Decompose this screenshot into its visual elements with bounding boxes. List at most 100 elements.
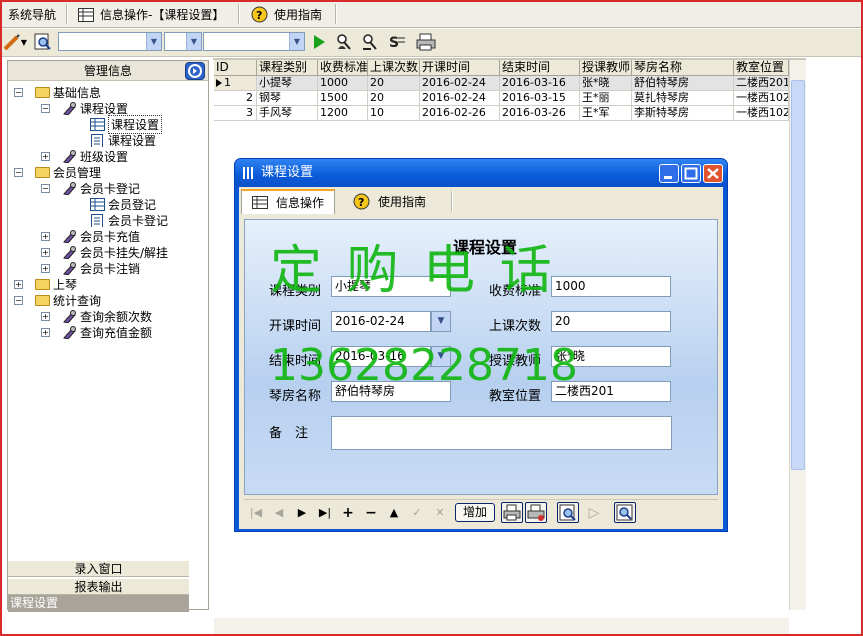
table-cell[interactable]: 手风琴 [257,106,318,121]
preview-icon[interactable] [557,502,579,523]
filter-icon[interactable]: S [387,32,407,52]
tab-system-nav[interactable]: 系统导航 [2,2,62,27]
tree-node-member[interactable]: 会员管理 [35,164,101,180]
column-header[interactable]: 结束时间 [500,60,580,76]
close-icon[interactable] [703,164,723,183]
tree-node-stats[interactable]: 统计查询 [35,292,101,308]
table-cell[interactable]: 舒伯特琴房 [632,76,734,91]
tree-node-recharge[interactable]: 会员卡充值 [62,228,140,244]
tree-node-course-a[interactable]: 课程设置 [90,114,163,134]
expand-toggle-icon[interactable]: + [41,152,50,161]
dialog-tab-info[interactable]: 信息操作 [241,189,336,214]
table-cell[interactable]: 莫扎特琴房 [632,91,734,106]
collapse-toggle-icon[interactable]: − [14,88,23,97]
play-icon[interactable] [309,32,329,52]
tree-node-class[interactable]: 班级设置 [62,148,128,164]
fee-field[interactable]: 1000 [551,276,671,297]
entry-window-button[interactable]: 录入窗口 [8,560,189,577]
table-cell[interactable]: 2016-03-15 [500,91,580,106]
table-cell[interactable]: 3 [214,106,257,121]
expand-toggle-icon[interactable]: + [41,264,50,273]
tree-node-query-balance[interactable]: 查询余额次数 [62,308,152,324]
tree-node-basic[interactable]: 基础信息 [35,84,101,100]
table-cell[interactable]: 2016-02-24 [420,91,500,106]
table-cell[interactable]: 2016-02-24 [420,76,500,91]
print-icon[interactable] [416,32,436,52]
preview-icon[interactable] [33,32,53,52]
remark-field[interactable] [331,416,672,450]
tree-node-lesson[interactable]: 上琴 [35,276,77,292]
tab-info-operation[interactable]: 信息操作-【课程设置】 [72,2,230,27]
chevron-down-icon[interactable]: ▼ [186,33,201,50]
column-header[interactable]: 上课次数 [368,60,420,76]
table-cell[interactable]: 李斯特琴房 [632,106,734,121]
cancel-record-icon[interactable]: ✕ [431,505,449,521]
table-cell[interactable]: 小提琴 [257,76,318,91]
find-next-icon[interactable] [360,32,380,52]
print-icon[interactable] [501,502,523,523]
next-page-icon[interactable]: ▷ [585,505,603,521]
column-header[interactable]: 开课时间 [420,60,500,76]
table-cell[interactable]: 钢琴 [257,91,318,106]
collapse-toggle-icon[interactable]: − [14,296,23,305]
table-cell[interactable]: 2016-03-16 [500,76,580,91]
chevron-down-icon[interactable]: ▼ [146,33,161,50]
filter-combo-1[interactable]: ▼ [58,32,162,51]
tree-node-card-reg-b[interactable]: 会员卡登记 [90,212,168,228]
column-header[interactable]: ID [214,60,257,76]
expand-toggle-icon[interactable]: + [14,280,23,289]
chevron-down-icon[interactable]: ▼ [431,311,451,332]
table-cell[interactable]: 1200 [318,106,368,121]
post-record-icon[interactable]: ✓ [408,505,426,521]
table-cell[interactable]: 一楼西102 [734,91,789,106]
insert-record-icon[interactable]: + [339,505,357,521]
table-cell[interactable]: 2 [214,91,257,106]
collapse-panel-icon[interactable] [185,62,205,80]
start-date-field[interactable]: 2016-02-24 [331,311,431,332]
dialog-tab-guide[interactable]: ? 使用指南 [343,189,436,213]
dialog-title-bar[interactable]: 课程设置 [235,159,727,187]
prev-record-icon[interactable]: ◀ [270,505,288,521]
tree-node-card-reg-a[interactable]: 会员登记 [90,196,156,212]
sessions-field[interactable]: 20 [551,311,671,332]
add-button[interactable]: 增加 [455,503,495,522]
tree-node-cancel[interactable]: 会员卡注销 [62,260,140,276]
table-cell[interactable]: 张*晓 [580,76,632,91]
maximize-icon[interactable] [681,164,701,183]
table-cell[interactable]: 1000 [318,76,368,91]
chevron-down-icon[interactable]: ▼ [289,33,304,50]
expand-toggle-icon[interactable]: + [41,328,50,337]
find-user-icon[interactable] [334,32,354,52]
horizontal-scrollbar[interactable] [214,618,789,634]
table-cell[interactable]: 二楼西201 [734,76,789,91]
tree-node-card-reg[interactable]: 会员卡登记 [62,180,140,196]
expand-toggle-icon[interactable]: + [41,248,50,257]
tree-node-lost[interactable]: 会员卡挂失/解挂 [62,244,168,260]
table-cell[interactable]: 1500 [318,91,368,106]
next-record-icon[interactable]: ▶ [293,505,311,521]
column-header[interactable]: 收费标准 [318,60,368,76]
table-cell[interactable]: 10 [368,106,420,121]
delete-record-icon[interactable]: − [362,505,380,521]
print-setup-icon[interactable] [525,502,547,523]
column-header[interactable]: 琴房名称 [632,60,734,76]
expand-toggle-icon[interactable]: + [41,312,50,321]
scroll-thumb[interactable] [791,80,805,470]
vertical-scrollbar[interactable] [789,60,806,610]
table-cell[interactable]: 一楼西102 [734,106,789,121]
expand-toggle-icon[interactable]: + [41,232,50,241]
table-cell[interactable]: 2016-03-26 [500,106,580,121]
tree-node-course-b[interactable]: 课程设置 [90,132,156,148]
edit-record-icon[interactable]: ▲ [385,505,403,521]
table-cell[interactable]: 王*丽 [580,91,632,106]
report-output-button[interactable]: 报表输出 [8,578,189,595]
collapse-toggle-icon[interactable]: − [41,184,50,193]
column-header[interactable]: 教室位置 [734,60,789,76]
filter-combo-2[interactable]: ▼ [164,32,202,51]
filter-combo-3[interactable]: ▼ [203,32,305,51]
column-header[interactable]: 课程类别 [257,60,318,76]
collapse-toggle-icon[interactable]: − [14,168,23,177]
first-record-icon[interactable]: |◀ [247,505,265,521]
last-record-icon[interactable]: ▶| [316,505,334,521]
tree-node-query-amount[interactable]: 查询充值金额 [62,324,152,340]
